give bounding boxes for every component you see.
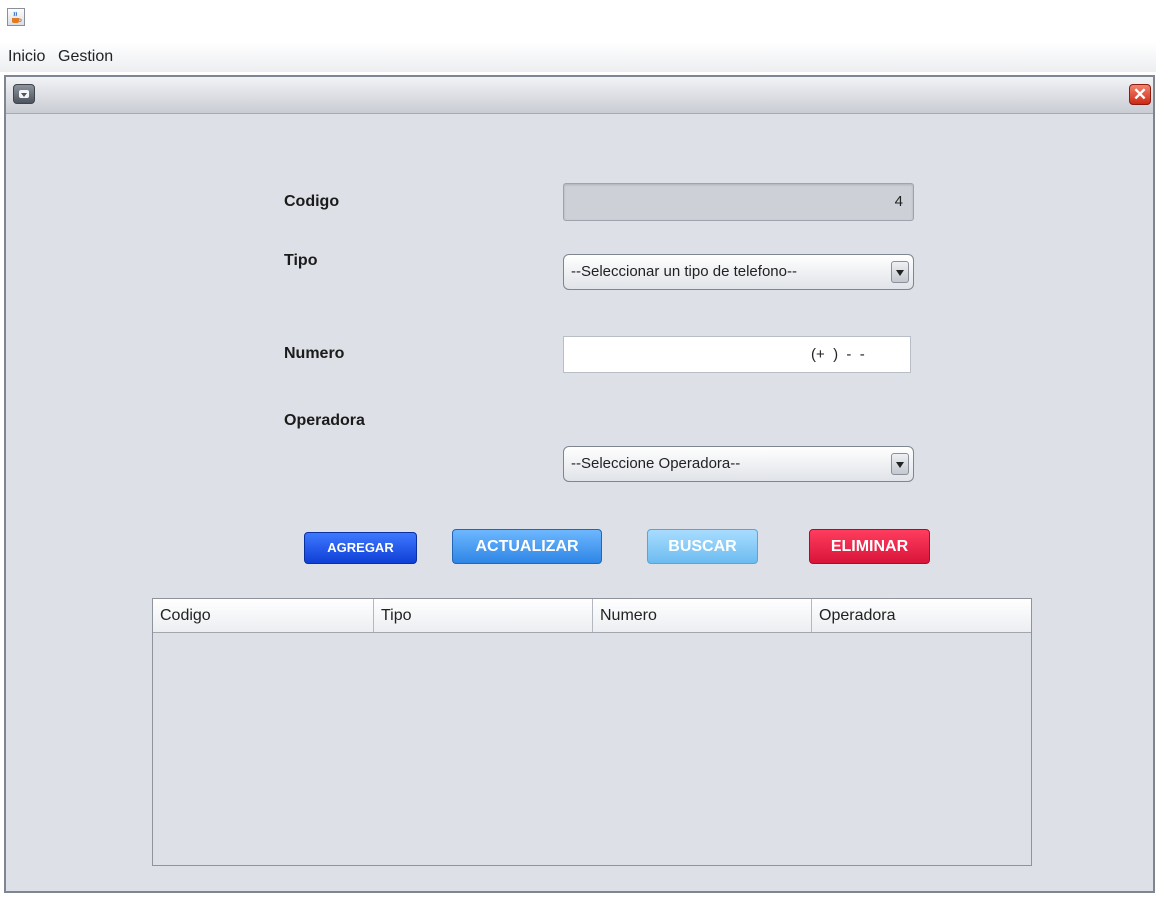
close-icon[interactable]: ✕ — [1129, 84, 1151, 105]
frame-menu-icon[interactable] — [13, 84, 35, 104]
app-icon — [7, 8, 25, 26]
tipo-label: Tipo — [284, 252, 318, 269]
buscar-button[interactable]: BUSCAR — [647, 529, 758, 564]
menu-inicio[interactable]: Inicio — [8, 48, 45, 66]
java-cup-icon — [12, 11, 22, 23]
chevron-down-icon[interactable] — [891, 453, 909, 475]
chevron-down-icon[interactable] — [891, 261, 909, 283]
tipo-select-value: --Seleccionar un tipo de telefono-- — [571, 263, 797, 280]
internal-frame: ✕ Codigo 4 Tipo --Seleccionar un tipo de… — [4, 75, 1155, 893]
operadora-select-value: --Seleccione Operadora-- — [571, 455, 741, 472]
codigo-field[interactable]: 4 — [563, 183, 914, 221]
operadora-label: Operadora — [284, 412, 365, 429]
table-body[interactable] — [153, 633, 1031, 865]
menu-bar: Inicio Gestion — [0, 42, 1156, 72]
tipo-select[interactable]: --Seleccionar un tipo de telefono-- — [563, 254, 914, 290]
operadora-select[interactable]: --Seleccione Operadora-- — [563, 446, 914, 482]
column-header-numero[interactable]: Numero — [593, 599, 812, 632]
menu-gestion[interactable]: Gestion — [58, 48, 113, 66]
eliminar-button[interactable]: ELIMINAR — [809, 529, 930, 564]
actualizar-button[interactable]: ACTUALIZAR — [452, 529, 602, 564]
column-header-operadora[interactable]: Operadora — [812, 599, 1031, 632]
numero-field[interactable]: (+ ) - - — [563, 336, 911, 373]
table-header: Codigo Tipo Numero Operadora — [153, 599, 1031, 633]
column-header-tipo[interactable]: Tipo — [374, 599, 593, 632]
codigo-label: Codigo — [284, 193, 340, 210]
agregar-button[interactable]: AGREGAR — [304, 532, 417, 564]
frame-title-bar[interactable]: ✕ — [6, 77, 1153, 114]
telefonos-table: Codigo Tipo Numero Operadora — [152, 598, 1032, 866]
column-header-codigo[interactable]: Codigo — [153, 599, 374, 632]
numero-label: Numero — [284, 345, 345, 362]
